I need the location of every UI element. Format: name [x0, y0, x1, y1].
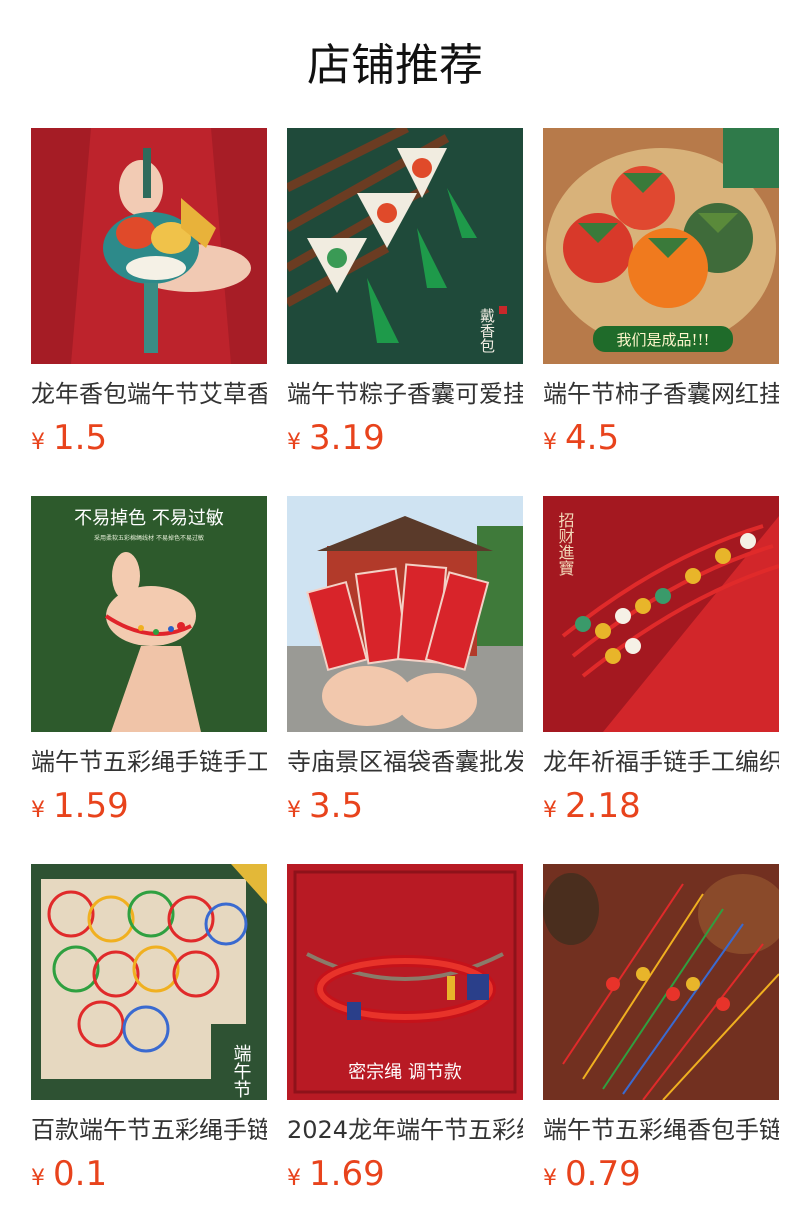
- currency-symbol: ¥: [287, 430, 301, 455]
- product-card[interactable]: 寺庙景区福袋香囊批发 ¥3.5: [287, 496, 523, 864]
- currency-symbol: ¥: [543, 1166, 557, 1191]
- image-caption: 密宗绳 调节款: [348, 1062, 462, 1083]
- price-row: ¥1.69: [287, 1152, 523, 1196]
- price-row: ¥1.59: [31, 784, 267, 828]
- product-card[interactable]: 不易掉色 不易过敏 采用柔软五彩棉绳线材 不易掉色不易过敏 端午节五彩绳手链手工…: [31, 496, 267, 864]
- price-row: ¥0.1: [31, 1152, 267, 1196]
- product-name[interactable]: 端午节粽子香囊可爱挂件: [287, 378, 523, 410]
- product-name[interactable]: 端午节柿子香囊网红挂件: [543, 378, 779, 410]
- product-price: 1.5: [53, 418, 108, 458]
- product-name[interactable]: 2024龙年端午节五彩绳: [287, 1114, 523, 1146]
- image-subcaption: 采用柔软五彩棉绳线材 不易掉色不易过敏: [94, 534, 204, 542]
- image-caption: 戴香包: [478, 308, 496, 353]
- product-price: 0.1: [53, 1154, 108, 1194]
- product-price: 0.79: [565, 1154, 641, 1194]
- product-card[interactable]: 端午节五彩绳香包手链 ¥0.79: [543, 864, 779, 1232]
- currency-symbol: ¥: [543, 798, 557, 823]
- product-price: 4.5: [565, 418, 620, 458]
- product-card[interactable]: 我们是成品!!! 端午节柿子香囊网红挂件 ¥4.5: [543, 128, 779, 496]
- product-price: 2.18: [565, 786, 641, 826]
- product-card[interactable]: 端午节 百款端午节五彩绳手链 ¥0.1: [31, 864, 267, 1232]
- currency-symbol: ¥: [287, 798, 301, 823]
- product-card[interactable]: 龙年香包端午节艾草香囊 ¥1.5: [31, 128, 267, 496]
- currency-symbol: ¥: [31, 798, 45, 823]
- product-price: 3.5: [309, 786, 364, 826]
- currency-symbol: ¥: [287, 1166, 301, 1191]
- product-card[interactable]: 戴香包 端午节粽子香囊可爱挂件 ¥3.19: [287, 128, 523, 496]
- product-name[interactable]: 百款端午节五彩绳手链: [31, 1114, 267, 1146]
- product-image[interactable]: [31, 128, 267, 364]
- product-price: 3.19: [309, 418, 385, 458]
- product-name[interactable]: 寺庙景区福袋香囊批发: [287, 746, 523, 778]
- product-image[interactable]: 密宗绳 调节款: [287, 864, 523, 1100]
- product-image[interactable]: [543, 864, 779, 1100]
- product-name[interactable]: 龙年香包端午节艾草香囊: [31, 378, 267, 410]
- currency-symbol: ¥: [31, 1166, 45, 1191]
- image-caption: 招财進寶: [556, 512, 575, 576]
- image-caption: 不易掉色 不易过敏: [74, 508, 224, 529]
- currency-symbol: ¥: [543, 430, 557, 455]
- product-card[interactable]: 招财進寶 龙年祈福手链手工编织 ¥ 2.18: [543, 496, 779, 864]
- currency-symbol: ¥: [31, 430, 45, 455]
- price-row: ¥0.79: [543, 1152, 779, 1196]
- product-image[interactable]: 招财進寶: [543, 496, 779, 732]
- product-price: 1.59: [53, 786, 129, 826]
- image-caption: 端午节: [231, 1044, 252, 1098]
- product-image[interactable]: 戴香包: [287, 128, 523, 364]
- page-title: 店铺推荐: [307, 40, 483, 91]
- product-image[interactable]: 端午节: [31, 864, 267, 1100]
- product-name[interactable]: 端午节五彩绳手链手工编织: [31, 746, 267, 778]
- product-image[interactable]: 我们是成品!!!: [543, 128, 779, 364]
- product-name[interactable]: 龙年祈福手链手工编织红绳: [543, 746, 779, 778]
- price-row: ¥4.5: [543, 416, 779, 460]
- product-name[interactable]: 端午节五彩绳香包手链: [543, 1114, 779, 1146]
- price-row: ¥1.5: [31, 416, 267, 460]
- price-row: ¥3.5: [287, 784, 523, 828]
- product-grid: 龙年香包端午节艾草香囊 ¥1.5: [31, 128, 779, 1232]
- image-caption: 我们是成品!!!: [616, 331, 709, 349]
- product-card[interactable]: 密宗绳 调节款 2024龙年端午节五彩绳 ¥1.69: [287, 864, 523, 1232]
- product-image[interactable]: [287, 496, 523, 732]
- price-row: ¥3.19: [287, 416, 523, 460]
- product-image[interactable]: 不易掉色 不易过敏 采用柔软五彩棉绳线材 不易掉色不易过敏: [31, 496, 267, 732]
- product-price: 1.69: [309, 1154, 385, 1194]
- price-row: ¥2.18: [543, 784, 779, 828]
